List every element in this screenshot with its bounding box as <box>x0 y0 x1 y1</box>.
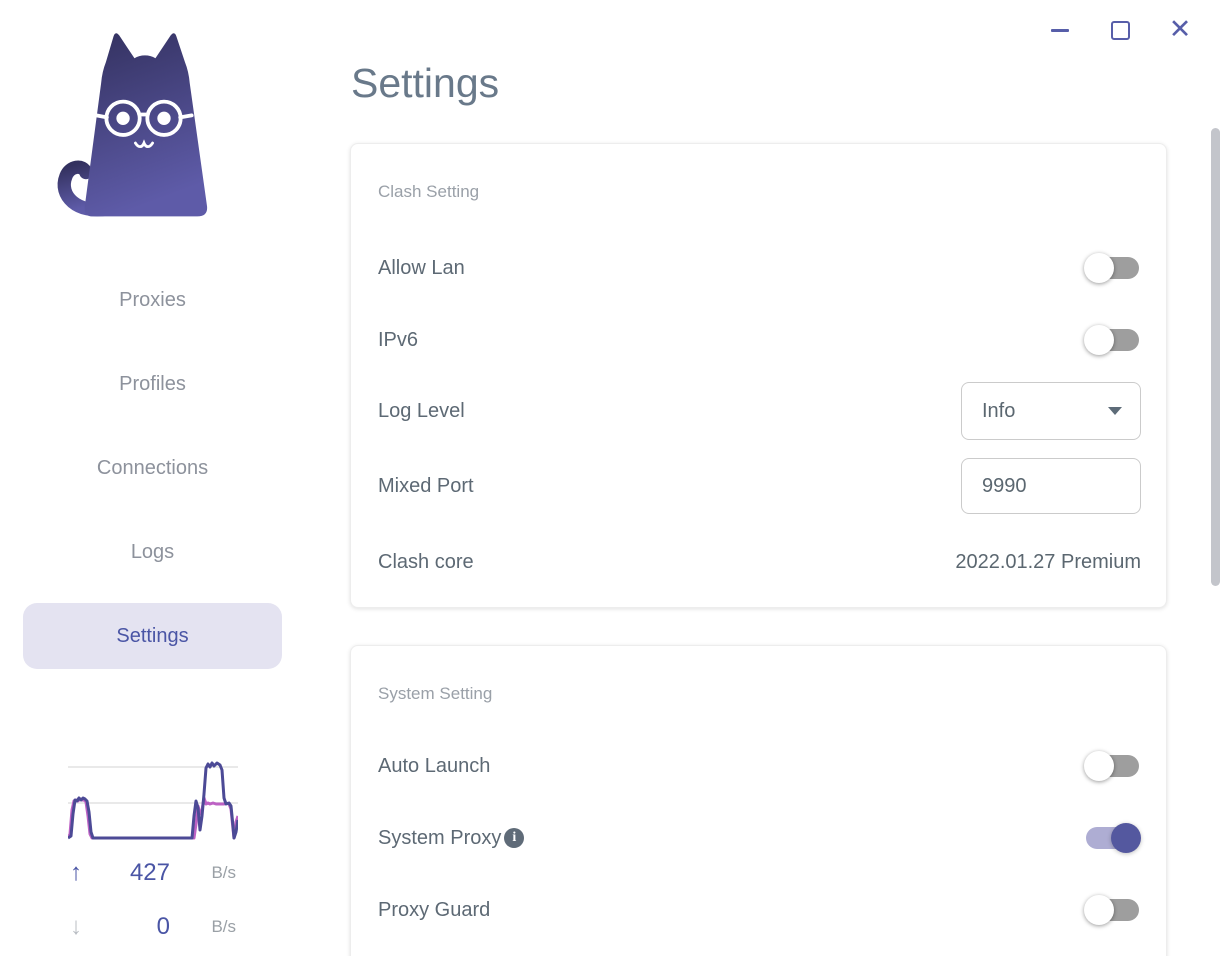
log-level-row: Log Level Info <box>378 382 1141 440</box>
proxy-guard-row: Proxy Guard <box>378 890 1141 930</box>
auto-launch-label: Auto Launch <box>378 754 491 777</box>
system-setting-header: System Setting <box>378 684 493 703</box>
log-level-label: Log Level <box>378 399 465 422</box>
sidebar-item-settings[interactable]: Settings <box>23 603 282 669</box>
arrow-down-icon: ↓ <box>70 913 82 940</box>
vertical-scrollbar-thumb[interactable] <box>1211 128 1220 586</box>
clash-setting-card: Clash Setting Allow Lan IPv6 Log Level I… <box>350 143 1167 608</box>
mixed-port-input[interactable] <box>961 458 1141 514</box>
system-proxy-row: System Proxy i <box>378 818 1141 858</box>
system-proxy-label-text: System Proxy <box>378 826 502 849</box>
traffic-line-upload <box>68 761 238 840</box>
auto-launch-row: Auto Launch <box>378 746 1141 786</box>
allow-lan-label: Allow Lan <box>378 256 465 279</box>
upload-speed-unit: B/s <box>211 863 236 882</box>
clash-setting-header: Clash Setting <box>378 182 480 201</box>
allow-lan-row: Allow Lan <box>378 248 1141 288</box>
page-title: Settings <box>351 60 500 106</box>
log-level-select[interactable]: Info <box>961 382 1141 440</box>
info-icon[interactable]: i <box>504 828 525 848</box>
sidebar-item-proxies[interactable]: Proxies <box>23 267 282 333</box>
allow-lan-toggle[interactable] <box>1084 253 1141 283</box>
minimize-button[interactable] <box>1051 29 1069 32</box>
system-setting-card: System Setting Auto Launch System Proxy … <box>350 645 1167 956</box>
ipv6-toggle[interactable] <box>1084 325 1141 355</box>
maximize-button[interactable] <box>1111 21 1130 40</box>
arrow-up-icon: ↑ <box>70 859 82 886</box>
clash-core-row: Clash core 2022.01.27 Premium <box>378 542 1141 582</box>
chevron-down-icon <box>1108 407 1122 415</box>
upload-speed-value: 427 <box>129 859 170 886</box>
clash-core-version: 2022.01.27 Premium <box>955 550 1141 573</box>
download-speed-value: 0 <box>156 913 170 940</box>
sidebar: Proxies Profiles Connections Logs Settin… <box>0 0 305 956</box>
sidebar-item-connections[interactable]: Connections <box>23 435 282 501</box>
toggle-knob <box>1084 253 1114 283</box>
proxy-guard-label: Proxy Guard <box>378 898 491 921</box>
toggle-knob <box>1084 751 1114 781</box>
mixed-port-row: Mixed Port <box>378 458 1141 514</box>
toggle-knob <box>1111 823 1141 853</box>
traffic-graph <box>68 761 238 840</box>
system-proxy-toggle[interactable] <box>1084 823 1141 853</box>
sidebar-item-profiles[interactable]: Profiles <box>23 351 282 417</box>
sidebar-item-logs[interactable]: Logs <box>23 519 282 585</box>
download-speed-unit: B/s <box>211 917 236 936</box>
mixed-port-label: Mixed Port <box>378 474 474 497</box>
close-button[interactable]: ✕ <box>1167 14 1193 44</box>
ipv6-label: IPv6 <box>378 328 419 351</box>
app-window: Proxies Profiles Connections Logs Settin… <box>0 0 1222 956</box>
upload-speed-row: ↑ 427 B/s <box>70 853 236 893</box>
log-level-selected-value: Info <box>982 399 1016 422</box>
toggle-knob <box>1084 325 1114 355</box>
ipv6-row: IPv6 <box>378 320 1141 360</box>
system-proxy-label: System Proxy i <box>378 826 525 850</box>
toggle-knob <box>1084 895 1114 925</box>
clash-cat-logo <box>57 33 208 217</box>
download-speed-row: ↓ 0 B/s <box>70 907 236 947</box>
clash-core-label: Clash core <box>378 550 474 573</box>
auto-launch-toggle[interactable] <box>1084 751 1141 781</box>
proxy-guard-toggle[interactable] <box>1084 895 1141 925</box>
